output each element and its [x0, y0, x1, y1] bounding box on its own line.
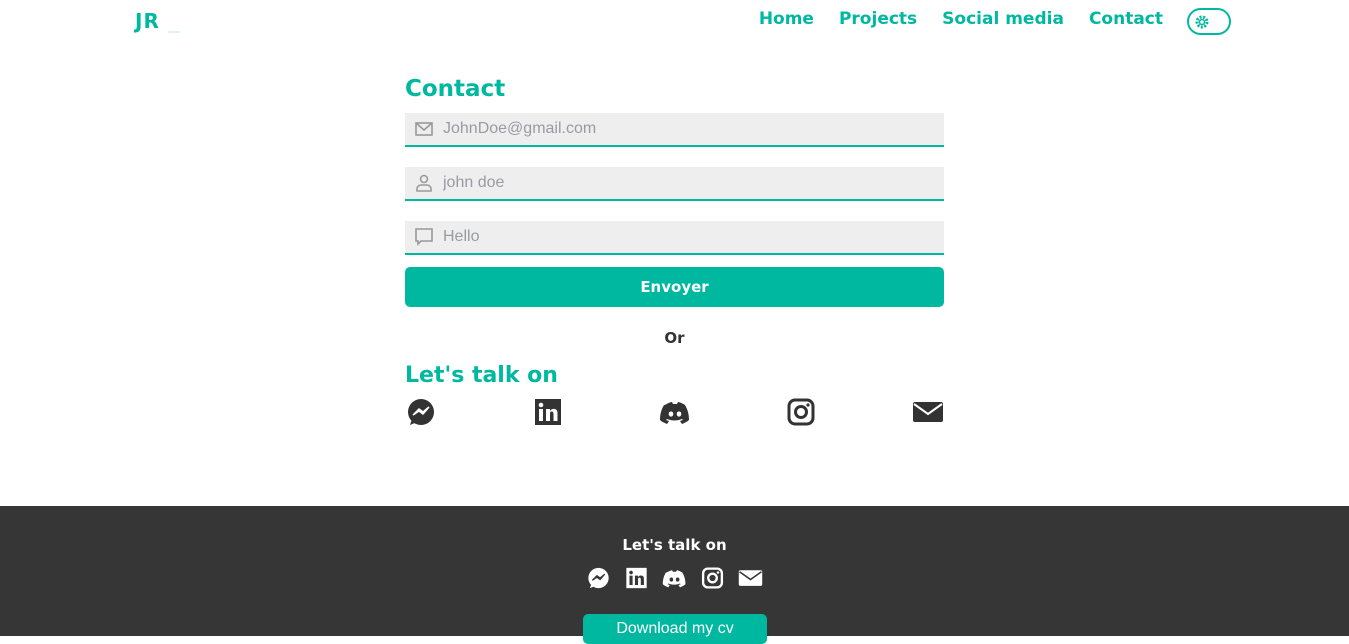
email-field[interactable]	[405, 113, 944, 147]
user-icon	[405, 174, 443, 192]
nav-contact[interactable]: Contact	[1089, 9, 1163, 29]
footer-title: Let's talk on	[622, 536, 727, 554]
instagram-icon[interactable]	[785, 397, 817, 427]
logo[interactable]: JR	[135, 9, 160, 33]
discord-icon[interactable]	[662, 566, 687, 590]
footer: Let's talk on Download my cv	[0, 506, 1349, 644]
mail-icon[interactable]	[738, 566, 763, 590]
theme-toggle[interactable]	[1187, 8, 1231, 35]
messenger-icon[interactable]	[405, 397, 437, 427]
nav-projects[interactable]: Projects	[839, 9, 917, 29]
nav-home[interactable]: Home	[759, 9, 814, 29]
message-input[interactable]	[443, 228, 944, 246]
email-input[interactable]	[443, 120, 944, 138]
linkedin-icon[interactable]	[624, 566, 649, 590]
discord-icon[interactable]	[659, 397, 691, 427]
name-field[interactable]	[405, 167, 944, 201]
logo-underline	[168, 31, 180, 33]
send-button[interactable]: Envoyer	[405, 267, 944, 307]
main-nav: Home Projects Social media Contact	[759, 9, 1163, 29]
instagram-icon[interactable]	[700, 566, 725, 590]
message-field[interactable]	[405, 221, 944, 255]
name-input[interactable]	[443, 174, 944, 192]
sun-gear-icon	[1195, 15, 1209, 29]
mail-icon[interactable]	[912, 397, 944, 427]
download-cv-button[interactable]: Download my cv	[583, 614, 767, 644]
nav-social-media[interactable]: Social media	[942, 9, 1064, 29]
messenger-icon[interactable]	[586, 566, 611, 590]
or-divider: Or	[664, 329, 685, 347]
talk-title: Let's talk on	[405, 363, 558, 388]
message-icon	[405, 228, 443, 246]
contact-title: Contact	[405, 76, 506, 102]
contact-section: Contact Envoyer Or Let's talk on	[405, 76, 944, 427]
social-links	[405, 397, 944, 427]
envelope-icon	[405, 122, 443, 136]
linkedin-icon[interactable]	[532, 397, 564, 427]
footer-social-links	[0, 566, 1349, 590]
